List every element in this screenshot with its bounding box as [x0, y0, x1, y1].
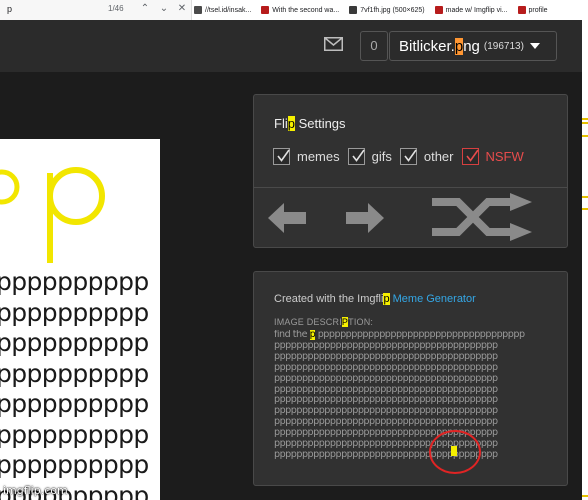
- bookmark-label: made w/ Imgflip vi...: [445, 6, 508, 14]
- bookmark-favicon-icon: [261, 6, 270, 14]
- page: p 1/46 ⌃ ⌄ ✕ //tsel.id/insak... With the…: [0, 0, 588, 500]
- bookmark-item[interactable]: profile: [517, 6, 548, 14]
- scrollbar[interactable]: [582, 0, 588, 500]
- bookmark-favicon-icon: [349, 6, 358, 14]
- find-next-icon[interactable]: ⌄: [157, 2, 171, 16]
- meme-text-row: pppppppppp: [0, 419, 149, 449]
- meme-text-row: pppppppppp: [0, 358, 149, 388]
- find-match-count: 1/46: [108, 4, 124, 13]
- description-line: pppppppppppppppppppppppppppppppppppppppp: [274, 448, 498, 460]
- other-checkbox[interactable]: other: [399, 148, 454, 165]
- mail-icon[interactable]: [324, 37, 343, 51]
- bookmark-favicon-icon: [517, 6, 526, 14]
- red-circle-annotation: [429, 430, 481, 474]
- bookmark-label: profile: [528, 6, 548, 14]
- find-marker: [582, 118, 588, 120]
- find-marker: [582, 495, 588, 497]
- meme-info-panel: Created with the Imgflip Meme Generator …: [253, 271, 568, 486]
- bookmark-item[interactable]: 7vf1fh.jpg (500×625): [349, 6, 425, 14]
- checkmark-icon: [273, 148, 290, 165]
- find-marker: [582, 208, 588, 210]
- bookmarks-bar: //tsel.id/insak... With the second wa...…: [194, 0, 558, 20]
- chevron-down-icon: [529, 43, 540, 49]
- bookmark-label: 7vf1fh.jpg (500×625): [360, 6, 425, 14]
- imgflip-watermark: imgflip.com: [3, 484, 68, 497]
- bookmark-label: With the second wa...: [272, 6, 340, 14]
- meme-text-row: pppppppppp: [0, 328, 149, 357]
- meme-text-row: pppppppppp: [0, 450, 149, 479]
- description-line: pppppppppppppppppppppppppppppppppppppppp: [274, 372, 498, 384]
- meme-text-row: pppppppppp: [0, 297, 149, 327]
- shuffle-icon[interactable]: [432, 193, 534, 241]
- find-prev-icon[interactable]: ⌃: [138, 2, 152, 16]
- image-description-label: IMAGE DESCRIPTION:: [274, 317, 374, 327]
- checkmark-icon: [347, 148, 365, 165]
- find-close-icon[interactable]: ✕: [175, 2, 189, 16]
- username: Bitlicker.png: [399, 37, 480, 55]
- created-with-text: Created with the Imgflip Meme Generator: [274, 293, 476, 305]
- checkbox-label: memes: [297, 149, 340, 164]
- user-points: (196713): [483, 40, 524, 52]
- find-marker: [582, 196, 588, 198]
- bookmark-item[interactable]: //tsel.id/insak...: [194, 6, 251, 14]
- flip-settings-panel: Flip Settings memes gifs other NSFW: [253, 94, 568, 248]
- bookmark-label: //tsel.id/insak...: [205, 6, 252, 14]
- gifs-checkbox[interactable]: gifs: [347, 148, 392, 165]
- find-bar: p 1/46 ⌃ ⌄ ✕: [0, 0, 192, 20]
- divider: [254, 187, 567, 188]
- meme-large-p: [47, 167, 105, 263]
- meme-image[interactable]: pppppppppp pppppppppp pppppppppp pppppppppp…: [0, 139, 160, 500]
- site-header: 0 Bitlicker.png (196713): [0, 20, 582, 72]
- checkmark-icon: [399, 148, 417, 165]
- arrow-left-icon[interactable]: [268, 203, 306, 233]
- bookmark-favicon-icon: [194, 6, 202, 14]
- notification-count[interactable]: 0: [360, 31, 388, 61]
- meme-generator-link[interactable]: Meme Generator: [393, 293, 476, 305]
- find-input[interactable]: p: [7, 4, 12, 14]
- checkbox-label: gifs: [371, 149, 392, 164]
- find-marker: [582, 122, 588, 124]
- bookmark-item[interactable]: made w/ Imgflip vi...: [434, 6, 508, 14]
- flip-settings-title: Flip Settings: [274, 116, 346, 131]
- bookmark-item[interactable]: With the second wa...: [261, 6, 339, 14]
- bookmark-favicon-icon: [434, 6, 443, 14]
- meme-text-row: pppppppppp: [0, 389, 149, 418]
- meme-large-p-partial: [0, 169, 20, 205]
- meme-text-row: pppppppppp: [0, 267, 149, 296]
- memes-checkbox[interactable]: memes: [273, 148, 340, 165]
- checkmark-icon: [461, 148, 479, 165]
- arrow-right-icon[interactable]: [346, 203, 384, 233]
- nsfw-checkbox[interactable]: NSFW: [461, 148, 524, 165]
- checkbox-label: other: [423, 149, 454, 164]
- browser-toolbar: p 1/46 ⌃ ⌄ ✕ //tsel.id/insak... With the…: [0, 0, 588, 20]
- image-description-text: find the p ppppppppppppppppppppppppppppp…: [274, 330, 564, 461]
- checkbox-label: NSFW: [485, 149, 524, 164]
- user-menu-button[interactable]: Bitlicker.png (196713): [389, 31, 557, 61]
- description-line: pppppppppppppppppppppppppppppppppppppppp: [274, 361, 498, 373]
- find-marker: [582, 135, 588, 137]
- flip-category-checkboxes: memes gifs other NSFW: [273, 148, 532, 165]
